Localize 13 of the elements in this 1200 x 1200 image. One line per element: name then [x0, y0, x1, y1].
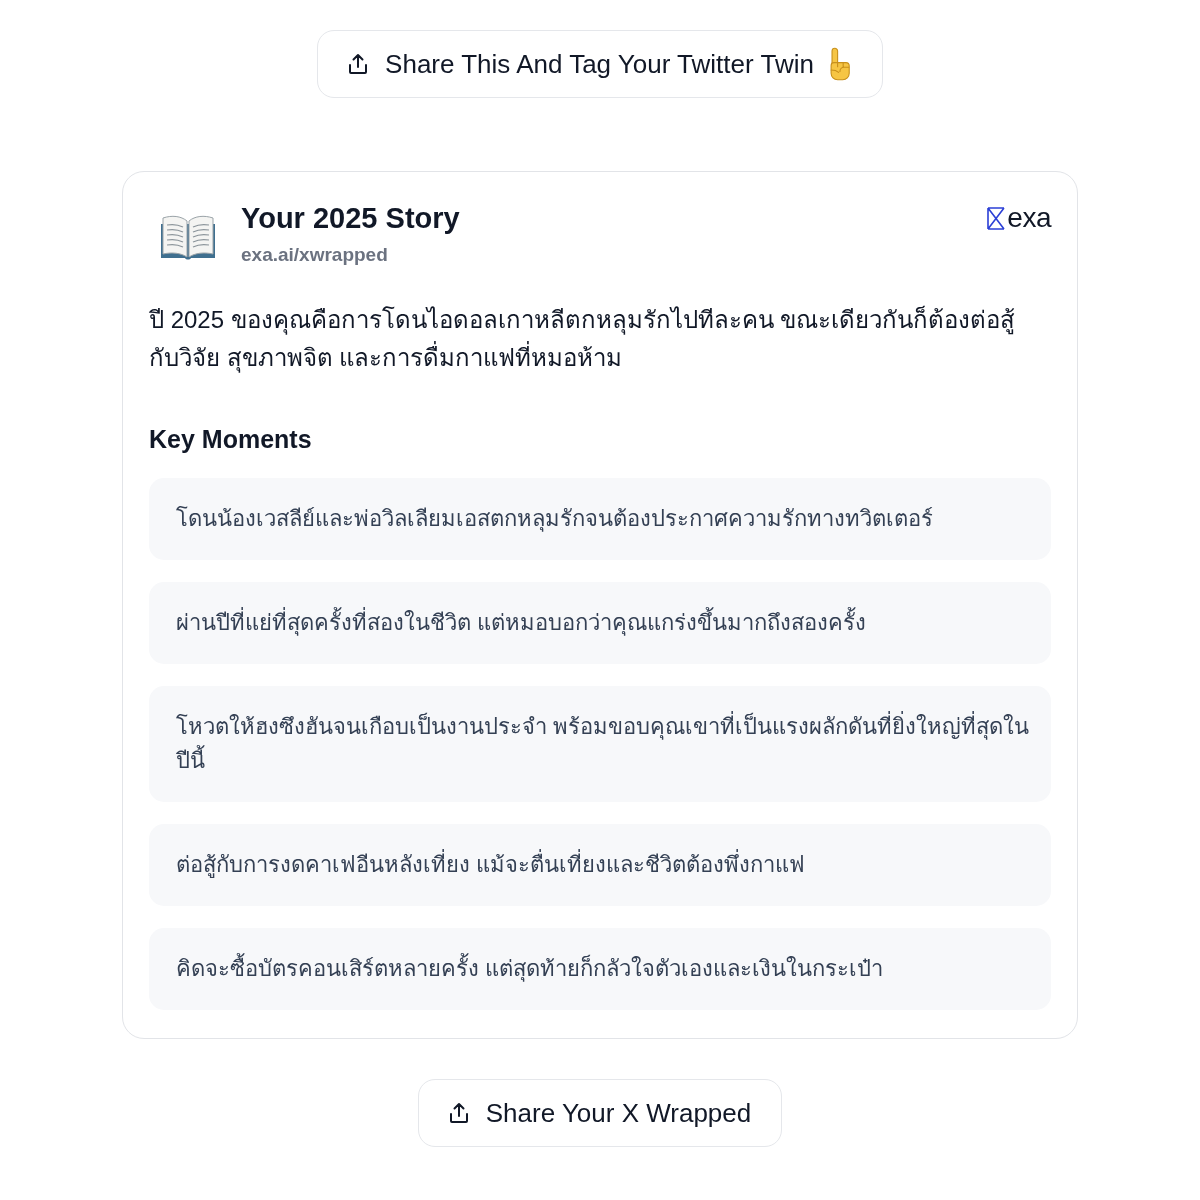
section-heading: Key Moments: [149, 424, 313, 455]
summary-text: ปี 2025 ของคุณคือการโดนไอดอลเกาหลีตกหลุมรักไปทีละคน ขณะเดียวกันก็ต้องต่อสู้กับวิจัย สุขภาพจิต และการดื่มกาแฟที่หมอห้าม: [149, 304, 1017, 375]
story-title: Your 2025 Story: [241, 201, 460, 236]
share-button[interactable]: Share This And Tag Your Twitter Twin: [317, 30, 883, 98]
moment-item: โหวตให้ฮงซึงฮันจนเกือบเป็นงานประจำ พร้อมขอบคุณเขาที่เป็นแรงผลักดันที่ยิ่งใหญ่ที่สุดในปีนี้: [149, 686, 1051, 802]
moment-item: ผ่านปีที่แย่ที่สุดครั้งที่สองในชีวิต แต่หมอบอกว่าคุณแกร่งขึ้นมากถึงสองครั้ง: [149, 582, 1051, 664]
logo-mark-icon: [987, 206, 1006, 230]
brand-wordmark: exa: [1007, 203, 1051, 233]
moment-item: คิดจะซื้อบัตรคอนเสิร์ตหลายครั้ง แต่สุดท้ายก็กลัวใจตัวเองและเงินในกระเป๋า: [149, 928, 1051, 1010]
moment-item: โดนน้องเวสลีย์และพ่อวิลเลียมเอสตกหลุมรักจนต้องประกาศความรักทางทวิตเตอร์: [149, 478, 1051, 560]
share-button[interactable]: Share Your X Wrapped: [417, 1079, 783, 1147]
story-url: exa.ai/xwrapped: [241, 243, 388, 267]
moment-item: ต่อสู้กับการงดคาเฟอีนหลังเที่ยง แม้จะตื่นเที่ยงและชีวิตต้องพึ่งกาแฟ: [149, 824, 1051, 906]
